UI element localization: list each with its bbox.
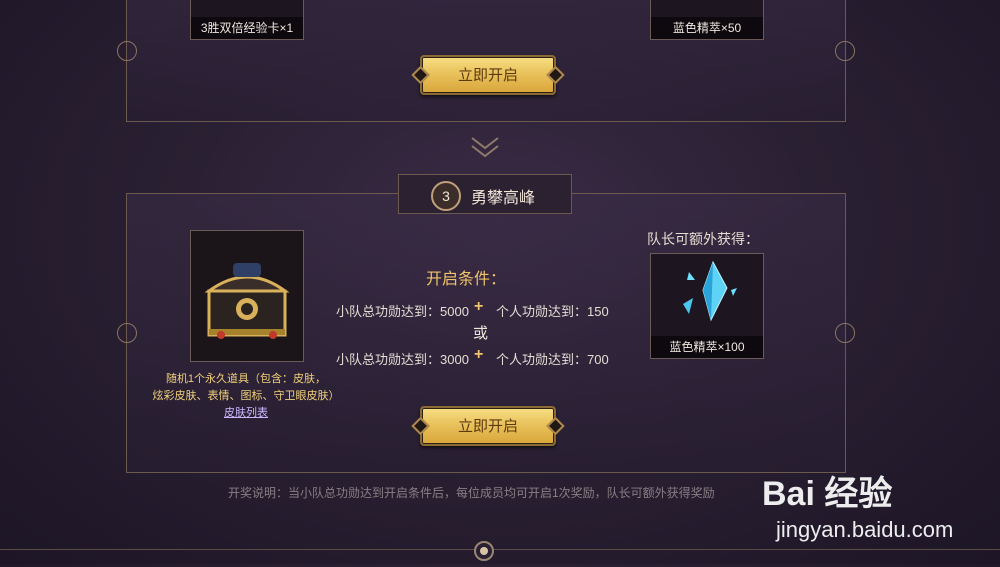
cond1-plus: +	[474, 298, 484, 315]
conditions-title: 开启条件：	[426, 271, 507, 288]
captain-reward-label: 蓝色精萃×100	[651, 336, 763, 358]
stage2-left-reward: 3胜双倍经验卡×1	[190, 0, 304, 40]
skin-list-link-label: 皮肤列表	[224, 407, 268, 419]
watermark-brand: Bai 经验	[762, 466, 892, 515]
stage3-open-button-label: 立即开启	[457, 417, 518, 435]
cond2-team: 小队总功勋达到：3000	[336, 352, 469, 367]
stage2-open-button-label: 立即开启	[457, 66, 518, 84]
captain-label: 队长可额外获得：	[647, 231, 759, 247]
stage3-title-badge: 3 勇攀高峰	[398, 174, 572, 214]
stage3-title: 勇攀高峰	[471, 190, 536, 207]
stage3-number: 3	[442, 188, 450, 204]
skin-list-link[interactable]: 皮肤列表	[160, 404, 332, 420]
crystal-icon	[673, 258, 743, 335]
chevron-down-icon	[469, 134, 501, 162]
chest-reward-box	[190, 230, 304, 362]
ornament-icon	[471, 540, 497, 562]
stage3-open-button[interactable]: 立即开启	[411, 406, 565, 446]
bottom-divider	[0, 549, 1000, 550]
cond1-team: 小队总功勋达到：5000	[336, 304, 469, 319]
chest-desc-line2: 炫彩皮肤、表情、图标、守卫眼皮肤）	[152, 390, 340, 402]
stage2-right-reward-label: 蓝色精萃×50	[651, 17, 763, 39]
cond1-personal: 个人功勋达到：150	[496, 304, 609, 319]
stage3-number-badge: 3	[431, 181, 461, 211]
chest-desc-line1: 随机1个永久道具（包含：皮肤，	[165, 373, 327, 385]
captain-reward-box: 蓝色精萃×100	[650, 253, 764, 359]
stage2-left-reward-label: 3胜双倍经验卡×1	[191, 17, 303, 39]
cond2-plus: +	[474, 346, 484, 363]
stage2-open-button[interactable]: 立即开启	[411, 55, 565, 95]
chest-icon	[199, 251, 295, 352]
watermark-url: jingyan.baidu.com	[776, 517, 954, 542]
watermark-brand-text: Bai 经验	[762, 475, 893, 513]
cond2-personal: 个人功勋达到：700	[496, 352, 609, 367]
or-text: 或	[473, 325, 489, 342]
stage2-right-reward: 蓝色精萃×50	[650, 0, 764, 40]
footer-note: 开奖说明：当小队总功勋达到开启条件后，每位成员均可开启1次奖励，队长可额外获得奖…	[228, 486, 715, 500]
